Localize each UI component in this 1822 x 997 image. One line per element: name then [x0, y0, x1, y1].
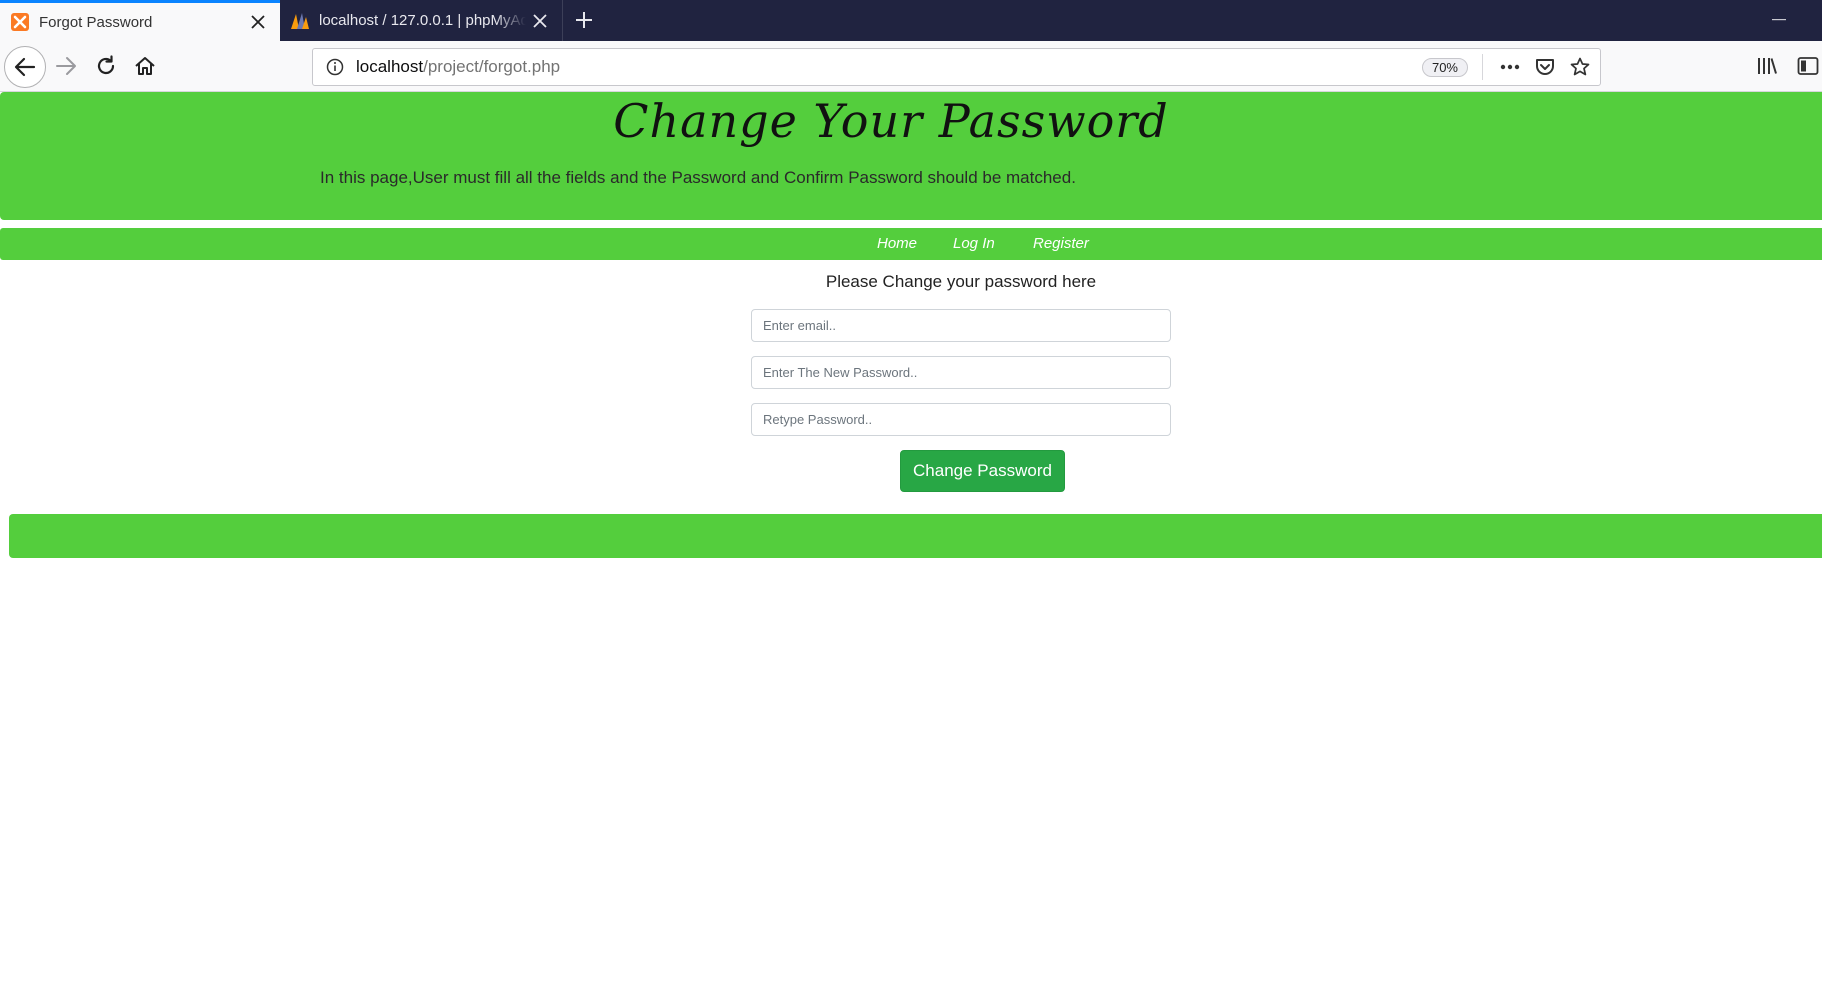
xampp-icon	[10, 12, 30, 32]
change-password-button[interactable]: Change Password	[900, 450, 1065, 492]
library-button[interactable]	[1749, 48, 1785, 84]
footer-banner	[9, 514, 1822, 558]
reload-button[interactable]	[88, 48, 124, 84]
nav-link-register[interactable]: Register	[1033, 235, 1089, 252]
close-icon[interactable]	[244, 8, 272, 36]
page-description: In this page,User must fill all the fiel…	[320, 168, 1076, 187]
tab-title: Forgot Password	[39, 13, 153, 31]
minimize-icon	[1772, 19, 1786, 21]
navigation-toolbar: localhost/project/forgot.php 70%	[0, 41, 1822, 92]
back-button[interactable]	[4, 46, 46, 88]
url-path: /project/forgot.php	[423, 57, 561, 76]
plus-icon	[576, 12, 592, 28]
tab-forgot-password[interactable]: Forgot Password	[0, 0, 280, 41]
info-icon[interactable]	[324, 56, 346, 78]
nav-link-home[interactable]: Home	[877, 235, 917, 252]
minimize-window-button[interactable]	[1764, 8, 1794, 32]
star-icon	[1570, 57, 1590, 76]
new-password-field[interactable]	[751, 356, 1171, 389]
page-viewport: Change Your Password In this page,User m…	[0, 92, 1822, 997]
page-actions-button[interactable]	[1495, 52, 1525, 82]
email-field[interactable]	[751, 309, 1171, 342]
new-tab-button[interactable]	[570, 6, 598, 34]
bookmark-button[interactable]	[1565, 52, 1595, 82]
forward-button[interactable]	[48, 48, 84, 84]
nav-link-log-in[interactable]: Log In	[953, 235, 995, 252]
main-menu: Home Log In Register	[0, 228, 1822, 260]
home-button[interactable]	[127, 48, 163, 84]
tab-strip: Forgot Password localhost / 127.0.0.1 | …	[0, 0, 1822, 41]
header-banner: Change Your Password In this page,User m…	[0, 92, 1822, 220]
url-text[interactable]: localhost/project/forgot.php	[356, 57, 1422, 77]
sidebar-icon	[1797, 57, 1819, 75]
reload-icon	[97, 55, 115, 75]
sidebar-toggle-button[interactable]	[1790, 48, 1822, 84]
pocket-button[interactable]	[1530, 52, 1560, 82]
url-host: localhost	[356, 57, 424, 76]
phpmyadmin-icon	[290, 11, 310, 31]
pocket-icon	[1536, 59, 1554, 75]
divider	[1482, 54, 1483, 80]
arrow-right-icon	[56, 57, 76, 75]
tab-title: localhost / 127.0.0.1 | phpMyAdmin	[319, 12, 526, 29]
close-icon[interactable]	[526, 7, 554, 35]
zoom-level-badge[interactable]: 70%	[1421, 57, 1468, 77]
library-icon	[1758, 58, 1777, 74]
home-icon	[135, 57, 155, 75]
tab-phpmyadmin[interactable]: localhost / 127.0.0.1 | phpMyAdmin	[280, 0, 563, 41]
retype-password-field[interactable]	[751, 403, 1171, 436]
form-heading: Please Change your password here	[825, 272, 1097, 291]
address-bar[interactable]: localhost/project/forgot.php 70%	[312, 48, 1601, 86]
more-icon	[1500, 64, 1520, 70]
arrow-left-icon	[14, 57, 36, 77]
page-title: Change Your Password	[613, 94, 1169, 148]
